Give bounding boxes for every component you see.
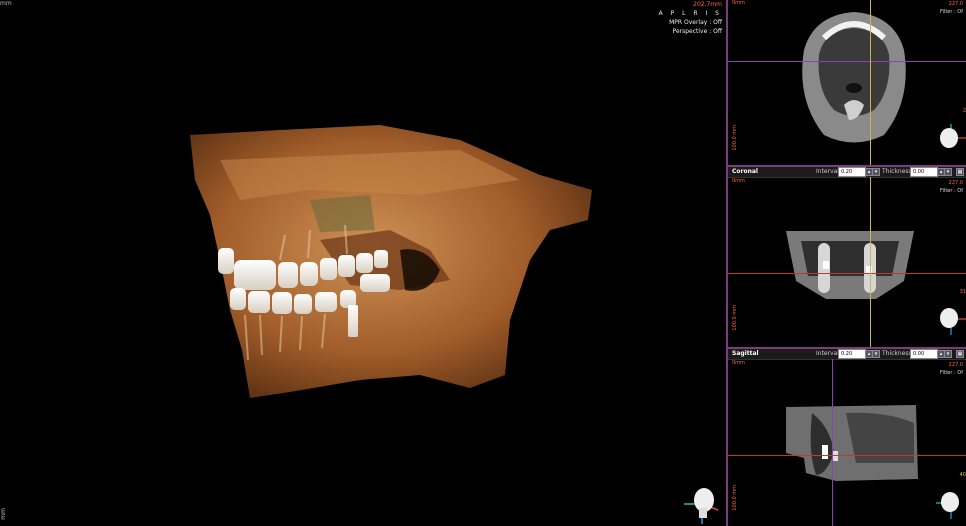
coronal-size-label: 227.0 xyxy=(948,180,963,186)
coronal-layout-icon[interactable]: ▦ xyxy=(956,168,964,176)
sagittal-scale-top: 0mm xyxy=(732,360,745,366)
axial-scale-top: 0mm xyxy=(732,0,745,6)
coronal-info: 227.0 Filter : Of xyxy=(940,179,963,195)
axial-slice-image[interactable] xyxy=(794,10,914,150)
sagittal-thickness-label: Thickness xyxy=(882,350,912,357)
axial-filter-label: Filter : Of xyxy=(940,9,963,15)
sagittal-slice-image[interactable] xyxy=(786,403,920,481)
corner-label-bottom-left: mm xyxy=(0,508,7,520)
coronal-tick-right: 31 xyxy=(959,289,966,295)
axial-scale-side: 100.0 mm xyxy=(732,125,738,151)
coronal-toolbar: Coronal Interval 0.20 mm ▴ ▾ Thickness 0… xyxy=(728,165,966,183)
axial-crosshair-vertical[interactable] xyxy=(870,0,871,165)
sagittal-orientation-head-icon[interactable] xyxy=(936,489,966,519)
sagittal-interval-label: Interval xyxy=(816,350,839,357)
coronal-thickness-up-button[interactable]: ▾ xyxy=(944,168,952,176)
view-info: 202.7mm A P L R I S MPR Overlay : Off Pe… xyxy=(659,0,722,36)
sagittal-toolbar: Sagittal Interval 0.20 mm ▴ ▾ Thickness … xyxy=(728,347,966,365)
sagittal-panel[interactable]: Sagittal Interval 0.20 mm ▴ ▾ Thickness … xyxy=(728,347,966,526)
coronal-title: Coronal xyxy=(732,168,758,175)
sagittal-title: Sagittal xyxy=(732,350,759,357)
sagittal-thickness-up-button[interactable]: ▾ xyxy=(944,350,952,358)
sagittal-crosshair-vertical[interactable] xyxy=(832,359,833,526)
coronal-interval-label: Interval xyxy=(816,168,839,175)
volume-render-view[interactable]: mm mm 202.7mm A P L R I S MPR Overlay : … xyxy=(0,0,726,526)
sagittal-crosshair-horizontal[interactable] xyxy=(728,455,966,456)
coronal-panel[interactable]: Coronal Interval 0.20 mm ▴ ▾ Thickness 0… xyxy=(728,165,966,347)
orientation-labels: A P L R I S xyxy=(658,10,722,17)
sagittal-filter-label: Filter : Of xyxy=(940,370,963,376)
sagittal-size-label: 227.0 xyxy=(948,362,963,368)
coronal-filter-label: Filter : Of xyxy=(940,188,963,194)
axial-crosshair-horizontal[interactable] xyxy=(728,61,966,62)
perspective-status: Perspective : Off xyxy=(672,28,722,35)
coronal-orientation-head-icon[interactable] xyxy=(936,305,966,335)
sagittal-interval-field[interactable]: 0.20 mm xyxy=(838,349,866,365)
coronal-thickness-label: Thickness xyxy=(882,168,912,175)
corner-label-top-left: mm xyxy=(0,0,12,7)
orientation-head-icon[interactable] xyxy=(682,484,722,524)
coronal-interval-up-button[interactable]: ▾ xyxy=(872,168,880,176)
coronal-scale-top: 0mm xyxy=(732,178,745,184)
jaw-3d-render[interactable] xyxy=(160,120,610,410)
mpr-overlay-status: MPR Overlay : Off xyxy=(669,19,722,26)
sagittal-scale-side: 100.0 mm xyxy=(732,485,738,511)
sagittal-layout-icon[interactable]: ▦ xyxy=(956,350,964,358)
coronal-crosshair-horizontal[interactable] xyxy=(728,273,966,274)
coronal-thickness-field[interactable]: 0.00 mm xyxy=(910,167,938,183)
coronal-crosshair-vertical[interactable] xyxy=(870,177,871,347)
axial-size-label: 227.0 xyxy=(948,1,963,7)
view-size-label: 202.7mm xyxy=(693,1,722,8)
coronal-slice-image[interactable] xyxy=(786,221,914,301)
sagittal-interval-up-button[interactable]: ▾ xyxy=(872,350,880,358)
sagittal-info: 227.0 Filter : Of xyxy=(940,361,963,377)
axial-orientation-head-icon[interactable] xyxy=(936,124,966,154)
sagittal-thickness-field[interactable]: 0.00 mm xyxy=(910,349,938,365)
axial-info: 227.0 Filter : Of xyxy=(940,0,963,16)
axial-panel[interactable]: 0mm 100.0 mm 227.0 Filter : Of 2 xyxy=(728,0,966,165)
sagittal-tick-right: 40 xyxy=(959,472,966,478)
coronal-scale-side: 100.0 mm xyxy=(732,305,738,331)
coronal-interval-field[interactable]: 0.20 mm xyxy=(838,167,866,183)
